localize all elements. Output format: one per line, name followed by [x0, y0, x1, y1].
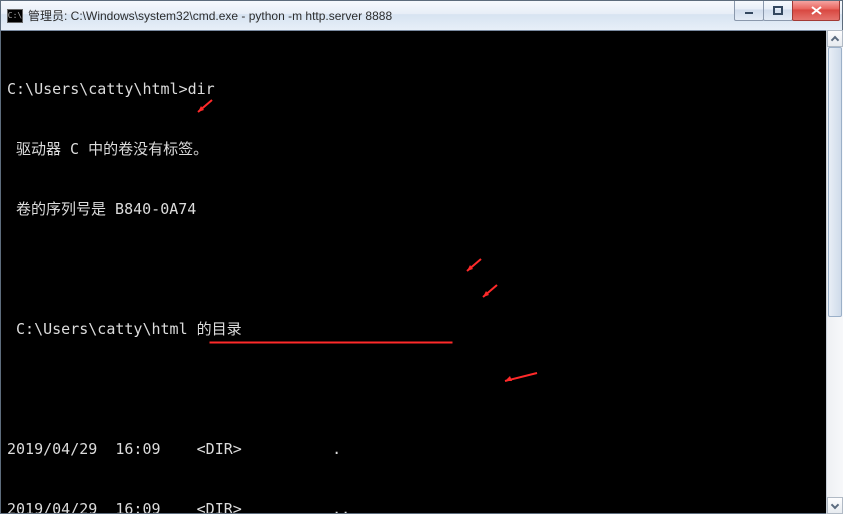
cmd-icon: C:\: [7, 8, 23, 24]
terminal-line: C:\Users\catty\html>dir: [7, 79, 836, 99]
minimize-button[interactable]: [734, 1, 764, 21]
scroll-track[interactable]: [827, 47, 843, 497]
terminal-line: 卷的序列号是 B840-0A74: [7, 199, 836, 219]
terminal-line: 2019/04/29 16:09 <DIR> ..: [7, 499, 836, 513]
scroll-down-button[interactable]: [827, 497, 843, 514]
terminal-line: 2019/04/29 16:09 <DIR> .: [7, 439, 836, 459]
scroll-thumb[interactable]: [828, 47, 842, 317]
terminal-line: [7, 379, 836, 399]
terminal-line: [7, 259, 836, 279]
terminal-line: C:\Users\catty\html 的目录: [7, 319, 836, 339]
vertical-scrollbar[interactable]: [826, 30, 843, 514]
annotation-arrow: [499, 329, 553, 427]
cmd-window: C:\ 管理员: C:\Windows\system32\cmd.exe - p…: [0, 0, 843, 514]
terminal-line: 驱动器 C 中的卷没有标签。: [7, 139, 836, 159]
titlebar[interactable]: C:\ 管理员: C:\Windows\system32\cmd.exe - p…: [1, 1, 842, 31]
maximize-button[interactable]: [763, 1, 793, 21]
terminal-area[interactable]: C:\Users\catty\html>dir 驱动器 C 中的卷没有标签。 卷…: [1, 31, 842, 513]
scroll-up-button[interactable]: [827, 30, 843, 47]
window-controls: [735, 1, 840, 30]
annotation-underline: [210, 342, 452, 343]
window-title: 管理员: C:\Windows\system32\cmd.exe - pytho…: [28, 7, 735, 24]
close-button[interactable]: [792, 1, 840, 21]
